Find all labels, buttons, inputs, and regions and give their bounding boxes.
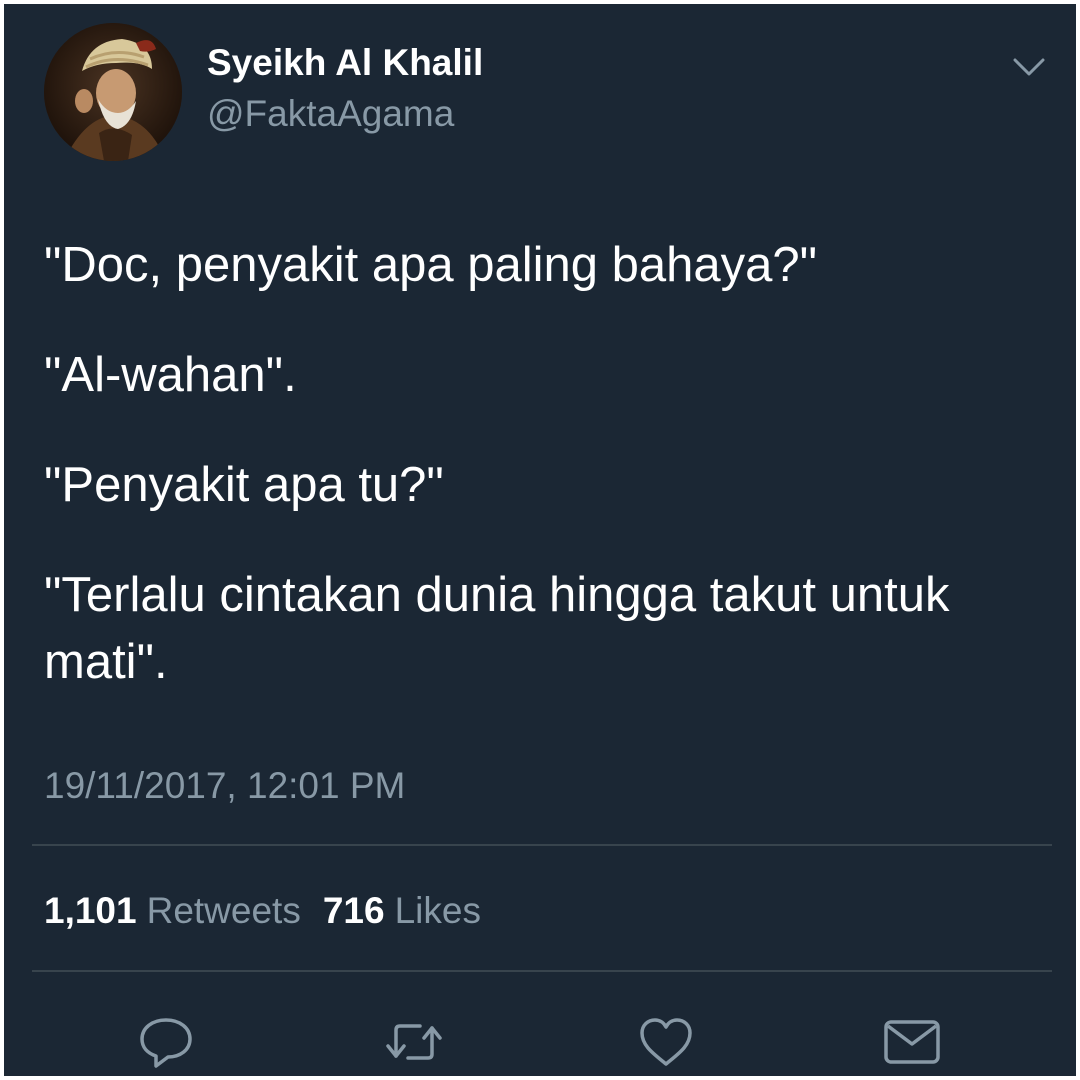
- retweets-count[interactable]: 1,101: [44, 890, 137, 931]
- likes-count[interactable]: 716: [323, 890, 385, 931]
- tweet-stats: 1,101 Retweets 716 Likes: [44, 890, 503, 932]
- divider: [32, 844, 1052, 846]
- heart-icon[interactable]: [634, 1012, 698, 1072]
- tweet-paragraph: "Terlalu cintakan dunia hingga takut unt…: [44, 568, 950, 689]
- portrait-avatar-image: [44, 23, 182, 161]
- chevron-down-icon[interactable]: [1009, 52, 1049, 82]
- tweet-paragraph: "Al-wahan".: [44, 348, 297, 402]
- retweets-label[interactable]: Retweets: [147, 890, 301, 931]
- retweet-icon[interactable]: [382, 1012, 446, 1072]
- tweet-card: Syeikh Al Khalil @FaktaAgama "Doc, penya…: [4, 4, 1076, 1076]
- divider: [32, 970, 1052, 972]
- user-handle[interactable]: @FaktaAgama: [207, 93, 454, 135]
- user-avatar[interactable]: [44, 23, 182, 161]
- tweet-text: "Doc, penyakit apa paling bahaya?" "Al-w…: [44, 232, 1044, 739]
- tweet-timestamp[interactable]: 19/11/2017, 12:01 PM: [44, 765, 405, 807]
- likes-label[interactable]: Likes: [395, 890, 481, 931]
- reply-icon[interactable]: [134, 1012, 198, 1072]
- display-name[interactable]: Syeikh Al Khalil: [207, 42, 483, 84]
- envelope-icon[interactable]: [880, 1012, 944, 1072]
- tweet-paragraph: "Doc, penyakit apa paling bahaya?": [44, 238, 818, 292]
- tweet-paragraph: "Penyakit apa tu?": [44, 458, 444, 512]
